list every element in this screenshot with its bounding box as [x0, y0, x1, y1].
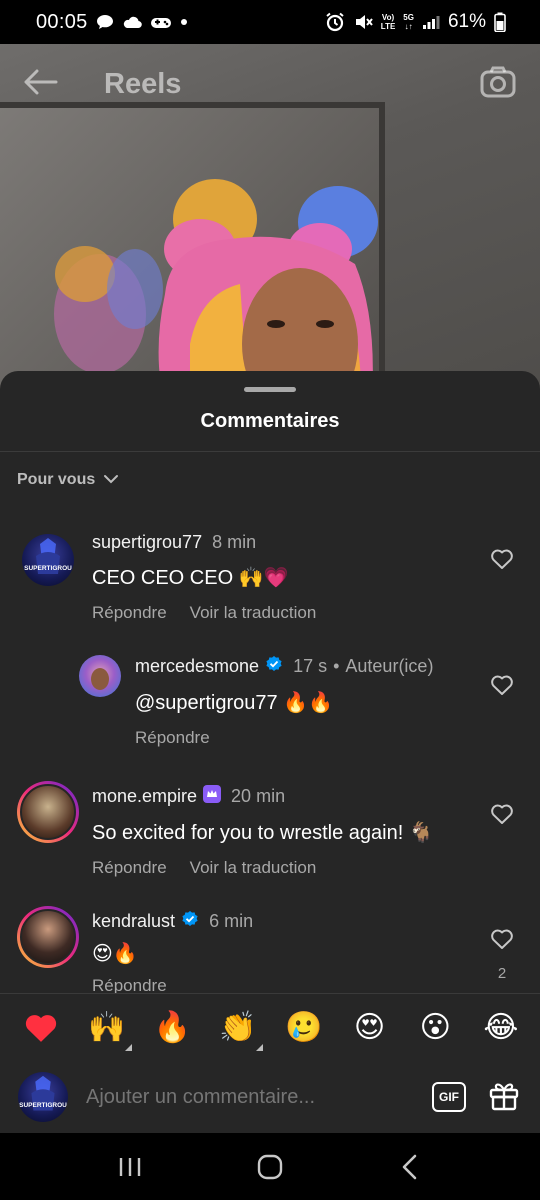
current-user-avatar[interactable]: SUPERTIGROU — [18, 1072, 68, 1122]
comment-item: SUPERTIGROU supertigrou77 8 min CEO CEO … — [0, 526, 540, 636]
crown-badge-icon — [203, 785, 222, 808]
reply-button[interactable]: Répondre — [92, 603, 167, 623]
like-count: 2 — [497, 965, 507, 982]
signal-bars-icon — [422, 14, 440, 30]
comment-time: 8 min — [212, 532, 257, 552]
avatar-text: SUPERTIGROU — [24, 565, 72, 572]
avatar-with-story-ring[interactable] — [17, 781, 79, 843]
reply-comment-item: mercedesmone 17 s • Auteur(ice) @superti… — [0, 651, 540, 751]
recent-apps-button[interactable] — [100, 1142, 160, 1192]
emoji-laughing-button[interactable]: 😂 — [480, 1007, 522, 1049]
reel-header: Reels — [0, 44, 540, 124]
status-bar: 00:05 Vo) LTE 5G ↓↑ 61% — [0, 0, 540, 44]
comment-time: 20 min — [231, 786, 286, 806]
battery-percent: 61% — [447, 11, 486, 32]
heart-outline-icon — [490, 548, 514, 575]
like-button[interactable] — [490, 803, 514, 830]
comment-username[interactable]: mone.empire — [92, 785, 222, 808]
reply-button[interactable]: Répondre — [135, 728, 210, 748]
reply-button[interactable]: Répondre — [92, 858, 167, 878]
comment-body: mercedesmone 17 s • Auteur(ice) @superti… — [135, 655, 433, 748]
emoji-heart-eyes-button[interactable]: 😍 — [349, 1007, 391, 1049]
drag-handle[interactable] — [244, 387, 296, 392]
comment-body: kendralust 6 min 😍🔥 Répondre — [92, 910, 253, 996]
author-label: Auteur(ice) — [345, 656, 434, 676]
skin-tone-indicator — [256, 1043, 264, 1051]
avatar-text: SUPERTIGROU — [19, 1102, 67, 1109]
comment-time: 6 min — [209, 911, 254, 931]
back-button[interactable] — [380, 1142, 440, 1192]
chevron-down-icon — [103, 471, 119, 489]
skin-tone-indicator — [124, 1043, 132, 1051]
emoji-fire-button[interactable]: 🔥 — [151, 1007, 193, 1049]
like-button[interactable] — [490, 674, 514, 701]
avatar[interactable] — [79, 655, 121, 697]
avatar-with-story-ring[interactable] — [17, 906, 79, 968]
verified-badge-icon — [265, 655, 283, 678]
comment-text: 😍🔥 — [92, 943, 138, 965]
translate-button[interactable]: Voir la traduction — [190, 603, 317, 623]
battery-icon — [494, 12, 506, 32]
comment-username[interactable]: mercedesmone — [135, 655, 283, 678]
emoji-surprised-button[interactable]: 😮 — [414, 1007, 456, 1049]
heart-outline-icon — [490, 928, 514, 955]
gift-icon[interactable] — [488, 1079, 520, 1116]
alarm-icon — [325, 12, 345, 32]
comment-username[interactable]: supertigrou77 — [92, 532, 202, 553]
avatar[interactable]: SUPERTIGROU — [22, 534, 74, 586]
page-title: Reels — [104, 67, 182, 100]
comment-body: supertigrou77 8 min CEO CEO CEO 🙌💗 Répon… — [92, 532, 316, 623]
comment-input[interactable] — [86, 1085, 432, 1109]
translate-button[interactable]: Voir la traduction — [190, 858, 317, 878]
like-button[interactable]: 2 — [490, 928, 514, 982]
comment-text: So excited for you to wrestle again! 🐐 — [92, 822, 434, 844]
heart-outline-icon — [490, 674, 514, 701]
comment-item: mone.empire 20 min So excited for you to… — [0, 779, 540, 879]
sort-filter-label: Pour vous — [17, 471, 96, 488]
5g-indicator: 5G ↓↑ — [403, 13, 414, 31]
sort-filter-dropdown[interactable]: Pour vous — [17, 471, 127, 489]
comment-text: CEO CEO CEO 🙌💗 — [92, 567, 289, 589]
notification-dot-icon — [180, 18, 188, 26]
comment-body: mone.empire 20 min So excited for you to… — [92, 785, 434, 878]
verified-badge-icon — [181, 910, 199, 933]
camera-icon[interactable] — [480, 66, 516, 103]
heart-outline-icon — [490, 803, 514, 830]
comment-compose-bar: SUPERTIGROU GIF — [0, 1061, 540, 1133]
volte-indicator: Vo) LTE — [380, 13, 396, 31]
system-nav-bar — [0, 1133, 540, 1200]
separator-dot: • — [333, 656, 340, 676]
status-time: 00:05 — [36, 10, 88, 33]
like-button[interactable] — [490, 548, 514, 575]
mute-icon — [353, 12, 373, 32]
game-controller-icon — [150, 14, 172, 30]
emoji-reaction-bar: 🙌 🔥 👏 🥲 😍 😮 😂 — [0, 993, 540, 1061]
sheet-title: Commentaires — [200, 410, 340, 432]
emoji-clapping-button[interactable]: 👏 — [217, 1007, 264, 1051]
emoji-tearful-smile-button[interactable]: 🥲 — [283, 1007, 325, 1049]
comment-time: 17 s — [293, 656, 328, 676]
emoji-heart-button[interactable] — [20, 1007, 62, 1049]
comment-text: @supertigrou77 🔥🔥 — [135, 692, 333, 714]
sheet-divider — [0, 451, 540, 452]
back-arrow-icon[interactable] — [24, 69, 58, 100]
gif-button[interactable]: GIF — [432, 1082, 466, 1112]
comment-username[interactable]: kendralust — [92, 910, 199, 933]
cloud-icon — [122, 15, 142, 29]
emoji-raised-hands-button[interactable]: 🙌 — [86, 1007, 132, 1051]
home-button[interactable] — [240, 1142, 300, 1192]
comment-item: kendralust 6 min 😍🔥 Répondre 2 — [0, 904, 540, 1004]
chat-bubble-icon — [96, 14, 114, 30]
